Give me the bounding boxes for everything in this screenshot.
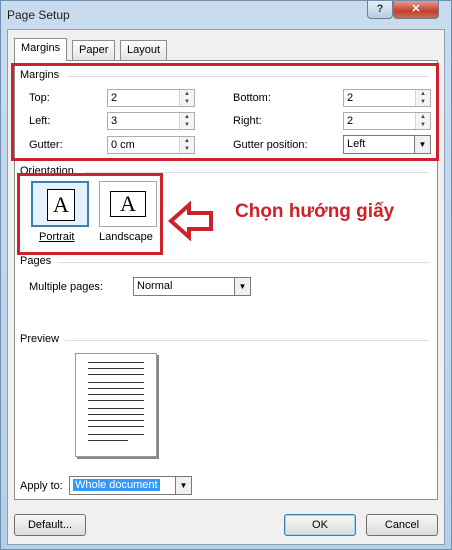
default-button[interactable]: Default... xyxy=(14,514,86,536)
pages-divider xyxy=(57,262,429,263)
preview-section-label: Preview xyxy=(20,333,60,345)
chevron-down-icon[interactable]: ▼ xyxy=(234,278,250,295)
tab-margins[interactable]: Margins xyxy=(14,38,68,61)
preview-divider xyxy=(65,340,429,341)
preview-page-thumbnail xyxy=(75,353,157,457)
multiple-pages-value: Normal xyxy=(137,280,173,292)
cancel-button[interactable]: Cancel xyxy=(366,514,438,536)
window-title: Page Setup xyxy=(7,8,70,22)
ok-button[interactable]: OK xyxy=(284,514,356,536)
title-bar[interactable]: Page Setup ? ✕ xyxy=(1,1,451,29)
apply-to-value: Whole document xyxy=(73,479,160,491)
tab-paper[interactable]: Paper xyxy=(72,40,116,60)
tab-layout[interactable]: Layout xyxy=(120,40,168,60)
help-button[interactable]: ? xyxy=(367,1,393,19)
apply-to-select[interactable]: Whole document ▼ xyxy=(69,476,192,495)
multiple-pages-select[interactable]: Normal ▼ xyxy=(133,277,251,296)
pages-section-label: Pages xyxy=(20,255,52,267)
margins-highlight-box xyxy=(11,63,439,161)
annotation-text: Chọn hướng giấy xyxy=(235,201,395,222)
close-button[interactable]: ✕ xyxy=(393,1,439,19)
apply-to-label: Apply to: xyxy=(20,480,63,492)
chevron-down-icon[interactable]: ▼ xyxy=(175,477,191,494)
page-setup-window: Page Setup ? ✕ Margins Paper Layout Marg… xyxy=(0,0,452,550)
arrow-left-icon xyxy=(167,201,213,241)
multiple-pages-label: Multiple pages: xyxy=(29,281,103,293)
orientation-highlight-box xyxy=(17,173,163,255)
